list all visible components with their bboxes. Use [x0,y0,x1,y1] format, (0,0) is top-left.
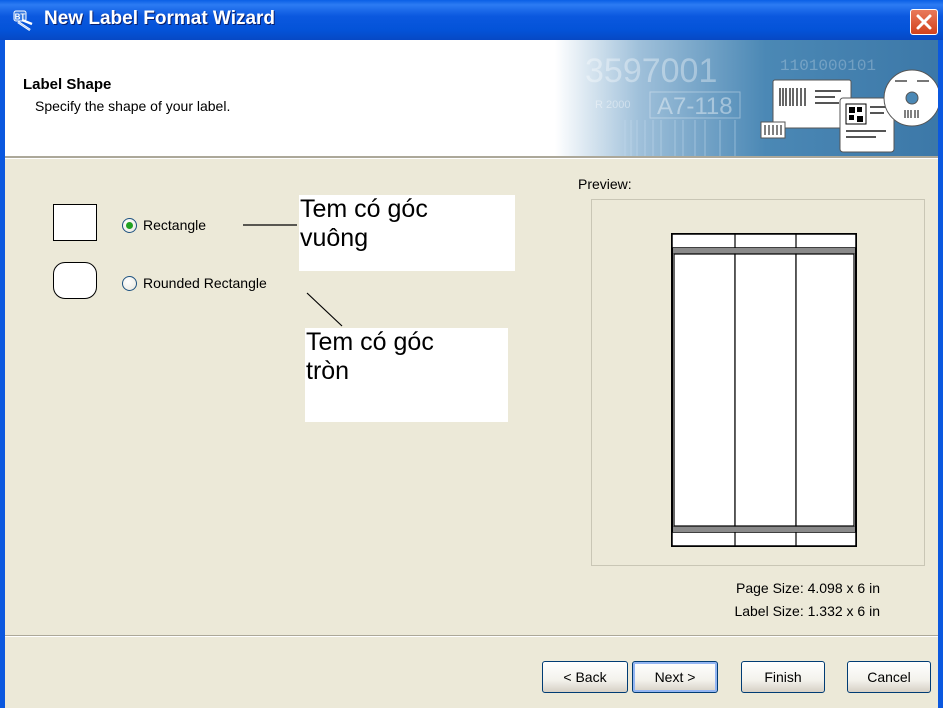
label-column [673,253,736,527]
label-preview-panel [591,199,925,566]
banner-code-text: A7-118 [657,93,733,120]
rectangle-option-label[interactable]: Rectangle [143,217,206,233]
close-icon [916,14,932,30]
banner-small-text: R 2000 [595,99,630,111]
banner-binary-text: 1101000101 [780,57,876,75]
preview-caption: Preview: [578,176,632,192]
page-subtitle: Specify the shape of your label. [35,98,231,114]
next-button[interactable]: Next > [632,661,718,693]
label-column [734,253,797,527]
rectangle-shape-icon [53,204,97,241]
annotation-line-1: Tem có góc [306,328,434,356]
cd-label-graphic [883,69,938,127]
label-size-text: Label Size: 1.332 x 6 in [734,603,880,619]
annotation-line-2: vuông [300,224,369,252]
cancel-button[interactable]: Cancel [847,661,931,693]
page-size-text: Page Size: 4.098 x 6 in [736,580,880,596]
window-border-right [938,40,943,708]
round-corner-annotation: Tem có góc tròn [305,328,508,422]
label-column [795,253,855,527]
banner-number-text: 3597001 [585,52,717,90]
back-button[interactable]: < Back [542,661,628,693]
page-title: Label Shape [23,76,112,93]
annotation-line-1: Tem có góc [300,195,428,223]
rounded-rectangle-shape-icon [53,262,97,299]
square-corner-annotation: Tem có góc vuông [299,195,515,271]
small-label-graphic [760,121,786,139]
radio-selected-dot [126,222,133,229]
rounded-rectangle-option-label[interactable]: Rounded Rectangle [143,275,267,291]
app-icon: BT [12,10,36,32]
header-divider [5,156,938,159]
window-title: New Label Format Wizard [44,8,276,29]
footer-divider [5,635,938,637]
barcode-label-graphic [772,79,852,129]
header-banner-image: 3597001 A7-118 1101000101 R 2000 [555,40,938,156]
finish-button[interactable]: Finish [741,661,825,693]
close-button[interactable] [910,9,938,35]
annotation-line-2: tròn [306,357,350,385]
rounded-rectangle-radio[interactable] [122,276,137,291]
rectangle-radio[interactable] [122,218,137,233]
